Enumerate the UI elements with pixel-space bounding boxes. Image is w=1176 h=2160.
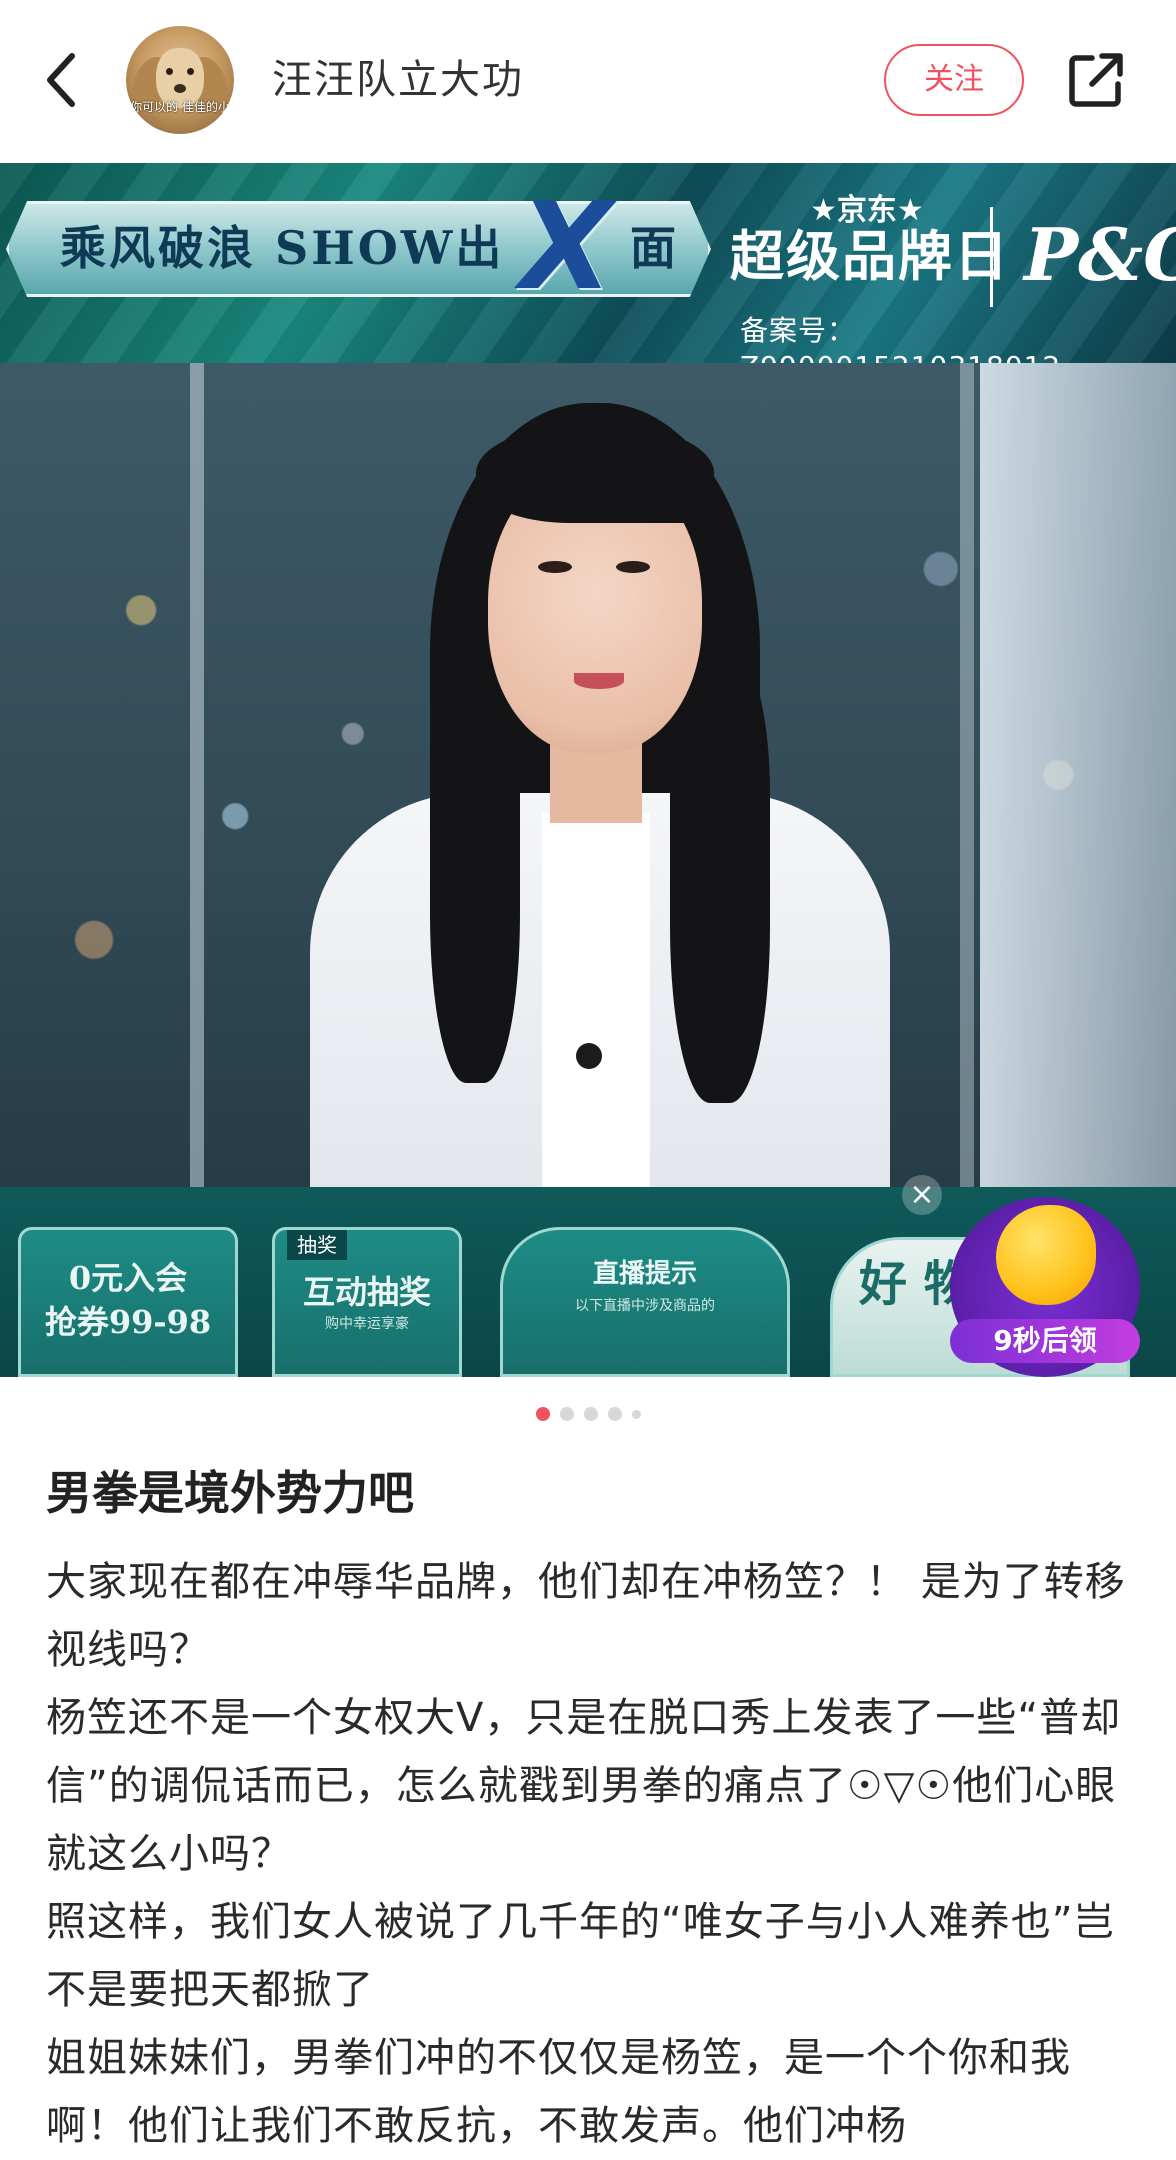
pager-dot[interactable] bbox=[607, 1407, 622, 1421]
presenter bbox=[290, 403, 1050, 1187]
banner-slogan-tail: 面 bbox=[630, 221, 676, 275]
banner-divider bbox=[990, 207, 993, 307]
studio-scene bbox=[0, 363, 1176, 1187]
image-pager bbox=[0, 1404, 1176, 1424]
banner-x-letter: X bbox=[520, 178, 613, 317]
promo-card-subtext: 购中幸运享豪 bbox=[325, 1316, 409, 1332]
avatar-dog-eye bbox=[166, 68, 173, 75]
chevron-left-icon bbox=[47, 53, 75, 107]
presenter-eye bbox=[616, 561, 650, 573]
window-frame bbox=[190, 363, 204, 1187]
pager-dot[interactable] bbox=[535, 1407, 550, 1421]
pager-dot[interactable] bbox=[583, 1407, 598, 1421]
post-paragraph: 照这样，我们女人被说了几千年的“唯女子与小人难养也”岂不是要把天都掀了 bbox=[46, 1899, 1115, 2013]
bean-countdown: 9秒后领 bbox=[950, 1319, 1140, 1363]
back-button[interactable] bbox=[32, 42, 92, 118]
banner-slogan: 乘风破浪 SHOW出 bbox=[60, 221, 505, 275]
bean-icon bbox=[996, 1205, 1096, 1305]
promo-strip: 0元入会 抢券99-98 抽奖 互动抽奖 购中幸运享豪 直播提示 以下直播中涉及… bbox=[0, 1175, 1176, 1377]
follow-button[interactable]: 关注 bbox=[884, 44, 1024, 116]
presenter-shirt bbox=[542, 813, 650, 1187]
promo-card-membership: 0元入会 抢券99-98 bbox=[18, 1227, 238, 1377]
post-body: 大家现在都在冲辱华品牌，他们却在冲杨笠？！ 是为了转移视线吗？ 杨笠还不是一个女… bbox=[46, 1548, 1136, 2160]
avatar-caption: 你可以的 佳佳的小 bbox=[130, 100, 230, 114]
pager-dot[interactable] bbox=[559, 1407, 574, 1421]
promo-card-text: 0元入会 bbox=[68, 1259, 188, 1297]
banner-jd-label: ★京东★ bbox=[810, 193, 924, 228]
promo-card-notice: 直播提示 以下直播中涉及商品的 bbox=[500, 1227, 790, 1377]
post-paragraph: 大家现在都在冲辱华品牌，他们却在冲杨笠？！ 是为了转移视线吗？ bbox=[46, 1559, 1126, 1673]
share-button[interactable] bbox=[1060, 44, 1132, 116]
promo-card-text: 抢券99-98 bbox=[44, 1303, 212, 1341]
post-paragraph: 杨笠还不是一个女权大V，只是在脱口秀上发表了一些“普却信”的调侃话而已，怎么就戳… bbox=[46, 1695, 1122, 1877]
promo-tag: 抽奖 bbox=[287, 1230, 347, 1260]
post-image[interactable]: 乘风破浪 SHOW出 X 面 ★京东★ 超级品牌日 P&G 备案号：Z99000… bbox=[0, 163, 1176, 1377]
banner-jd-main: 超级品牌日 bbox=[730, 225, 1010, 288]
share-external-icon bbox=[1069, 53, 1123, 107]
pager-dot[interactable] bbox=[631, 1409, 641, 1419]
post-title: 男拳是境外势力吧 bbox=[46, 1466, 414, 1520]
avatar-dog-face bbox=[156, 48, 204, 108]
presenter-bangs bbox=[476, 423, 714, 523]
promo-card-lottery: 抽奖 互动抽奖 购中幸运享豪 bbox=[272, 1227, 462, 1377]
avatar-dog-eye bbox=[187, 68, 194, 75]
presenter-eye bbox=[538, 561, 572, 573]
top-bar: 你可以的 佳佳的小 汪汪队立大功 关注 bbox=[0, 0, 1176, 163]
presenter-mouth bbox=[574, 673, 624, 689]
livestream-banner: 乘风破浪 SHOW出 X 面 ★京东★ 超级品牌日 P&G 备案号：Z99000… bbox=[0, 163, 1176, 383]
avatar-dog-nose bbox=[174, 84, 186, 93]
promo-card-text: 直播提示 bbox=[592, 1259, 697, 1289]
promo-card-text: 互动抽奖 bbox=[302, 1273, 431, 1311]
username[interactable]: 汪汪队立大功 bbox=[272, 52, 524, 108]
lapel-mic bbox=[576, 1043, 602, 1069]
post-paragraph: 姐姐妹妹们，男拳们冲的不仅仅是杨笠，是一个个你和我啊！他们让我们不敢反抗，不敢发… bbox=[46, 2035, 1071, 2149]
avatar[interactable]: 你可以的 佳佳的小 bbox=[126, 26, 234, 134]
banner-brand-logo: P&G bbox=[1024, 212, 1176, 297]
promo-card-subtext: 以下直播中涉及商品的 bbox=[575, 1298, 715, 1314]
close-icon: × bbox=[902, 1175, 942, 1215]
presenter-hair-side bbox=[670, 663, 770, 1103]
presenter-hair-side bbox=[430, 663, 520, 1083]
